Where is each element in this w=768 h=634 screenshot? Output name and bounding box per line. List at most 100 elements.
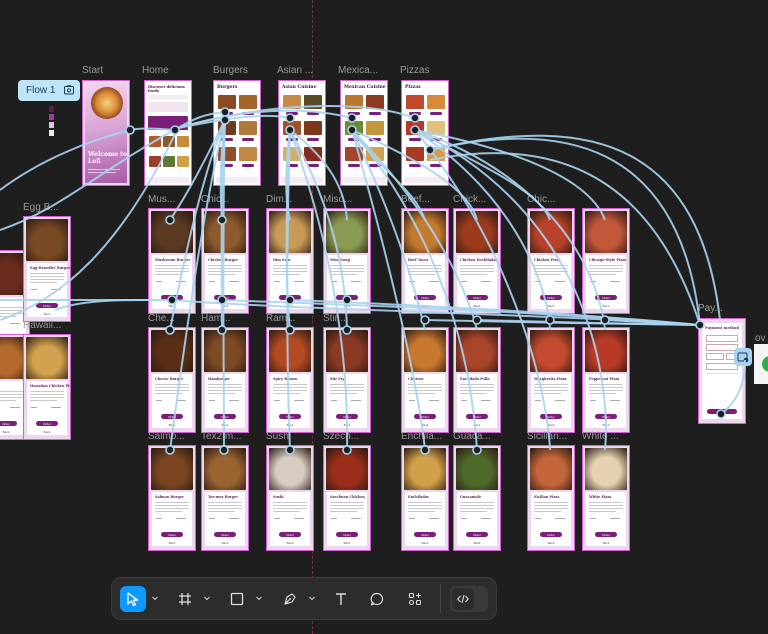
frame-label-stir[interactable]: Stir... [323,313,346,324]
frame-label-chicken2[interactable]: Chick... [453,194,486,205]
pen-tool-button[interactable] [277,586,303,612]
frame-label-ham[interactable]: Ham... [201,313,230,324]
order-button[interactable]: Order [466,414,488,419]
actions-tool-button[interactable] [402,586,428,612]
back-link[interactable]: Back [327,304,367,308]
dish-frame-salmon[interactable]: Salmon Burger Order Back [148,445,196,551]
back-link[interactable]: Back [327,423,367,427]
flow-starting-point-tag[interactable]: Flow 1 [18,80,80,101]
dish-frame-texmex[interactable]: Tex-mex Burger Order Back [201,445,249,551]
dish-frame-chick3[interactable]: Chicken Pizza Order Back [527,208,575,314]
dish-frame-ham[interactable]: Hamburger Order Back [201,327,249,433]
frame-label-hawaii[interactable]: Hawaii... [23,320,61,331]
frame-label-cheese[interactable]: Che... [148,313,175,324]
chevron-down-icon[interactable] [151,594,159,602]
chevron-down-icon[interactable] [308,594,316,602]
order-button[interactable]: Order [161,532,183,537]
order-button[interactable]: Order [36,421,58,426]
order-button[interactable]: Order [214,532,236,537]
back-link[interactable]: Back [531,423,571,427]
frame-tool-button[interactable] [172,586,198,612]
dish-frame-cheese[interactable]: Cheese Burger Order Back [148,327,196,433]
frame-label-mexican[interactable]: Mexica... [338,65,378,76]
dish-frame-egg[interactable]: Egg-Benedict Burger Order Back [23,216,71,322]
frame-label-overflow[interactable]: ov [755,333,766,344]
order-button[interactable]: Order [595,414,617,419]
order-button[interactable]: Order [595,295,617,300]
order-button[interactable]: Order [336,295,358,300]
frame-label-chick[interactable]: Chic... [201,194,229,205]
back-link[interactable]: Back [27,312,67,316]
frame-mexican[interactable]: Mexican Cuisine [340,80,388,186]
dish-frame-guac[interactable]: Guacamole Order Back [453,445,501,551]
dish-frame-pepp[interactable]: Pepperoni Pizza Order Back [582,327,630,433]
order-button[interactable]: Order [414,414,436,419]
back-link[interactable]: Back [270,541,310,545]
frame-label-white[interactable]: White ... [582,431,619,442]
dish-frame-mush[interactable]: Mushroom Burger Order Back [148,208,196,314]
dish-frame-chicken2[interactable]: Chicken Enchiladas Order Back [453,208,501,314]
frame-payment[interactable]: Payment method [698,318,746,424]
dev-mode-toggle[interactable] [450,586,488,612]
dish-frame-hawaii[interactable]: Hawaiian Chicken Pizza Order Back [23,334,71,440]
frame-home[interactable]: Discover delicious foods [144,80,192,186]
chevron-down-icon[interactable] [203,594,211,602]
text-tool-button[interactable] [328,586,354,612]
back-link[interactable]: Back [586,423,626,427]
order-button[interactable]: Order [161,295,183,300]
frame-burgers[interactable]: Burgers [213,80,261,186]
frame-label-miso[interactable]: Miso... [323,194,352,205]
dish-frame-ramen[interactable]: Spicy Ramen Order Back [266,327,314,433]
order-button[interactable]: Order [414,295,436,300]
dish-frame-churros[interactable]: Churros Order Back [401,327,449,433]
frame-label-guac[interactable]: Guaca... [453,431,491,442]
frame-label-beef[interactable]: Beef... [401,194,430,205]
frame-label-start[interactable]: Start [82,65,103,76]
back-link[interactable]: Back [152,541,192,545]
frame-label-mush[interactable]: Mus... [148,194,175,205]
back-link[interactable]: Back [27,430,67,434]
order-button[interactable]: Order [214,414,236,419]
design-canvas[interactable]: Flow 1 Start Home Burgers Asian ... Mexi… [0,0,768,634]
order-button[interactable]: Order [466,295,488,300]
order-button[interactable]: Order [279,295,301,300]
frame-label-sicil[interactable]: Sicilian... [527,431,567,442]
order-button[interactable]: Order [540,414,562,419]
back-link[interactable]: Back [270,423,310,427]
dish-frame-pollo[interactable]: Enchilada Pollo Order Back [453,327,501,433]
order-button[interactable]: Order [0,421,17,426]
chevron-down-icon[interactable] [255,594,263,602]
order-button[interactable]: Order [279,532,301,537]
dish-frame-chick[interactable]: Chicken Burger Order Back [201,208,249,314]
frame-label-texmex[interactable]: Tex2 m... [201,431,242,442]
frame-asian[interactable]: Asian Cuisine [278,80,326,186]
back-link[interactable]: Back [270,304,310,308]
back-link[interactable]: Back [531,541,571,545]
back-link[interactable]: Back [405,541,445,545]
comment-tool-button[interactable] [364,586,390,612]
order-button[interactable]: Order [161,414,183,419]
back-link[interactable]: Back [152,423,192,427]
dish-frame-sushi[interactable]: Sushi Order Back [266,445,314,551]
interaction-connector-icon[interactable] [734,348,752,366]
dish-frame-beef[interactable]: Beef Tacos Order Back [401,208,449,314]
back-link[interactable]: Back [205,423,245,427]
back-link[interactable]: Back [205,541,245,545]
order-button[interactable]: Order [36,303,58,308]
frame-label-salmon[interactable]: Salmo... [148,431,185,442]
frame-label-szech[interactable]: Szech... [323,431,359,442]
frame-label-sushi[interactable]: Sushi [266,431,291,442]
dish-frame-marg[interactable]: Margherita Pizza Order Back [527,327,575,433]
dish-frame-sicil[interactable]: Sicilian Pizza Order Back [527,445,575,551]
back-link[interactable]: Back [152,304,192,308]
back-link[interactable]: Back [205,304,245,308]
frame-label-burgers[interactable]: Burgers [213,65,248,76]
frame-label-pizzas[interactable]: Pizzas [400,65,429,76]
order-button[interactable]: Order [595,532,617,537]
order-button[interactable]: Order [414,532,436,537]
back-link[interactable]: Back [457,541,497,545]
frame-label-ramen[interactable]: Ram... [266,313,295,324]
back-link[interactable]: Back [457,304,497,308]
back-link[interactable]: Back [405,423,445,427]
back-link[interactable]: Back [457,423,497,427]
